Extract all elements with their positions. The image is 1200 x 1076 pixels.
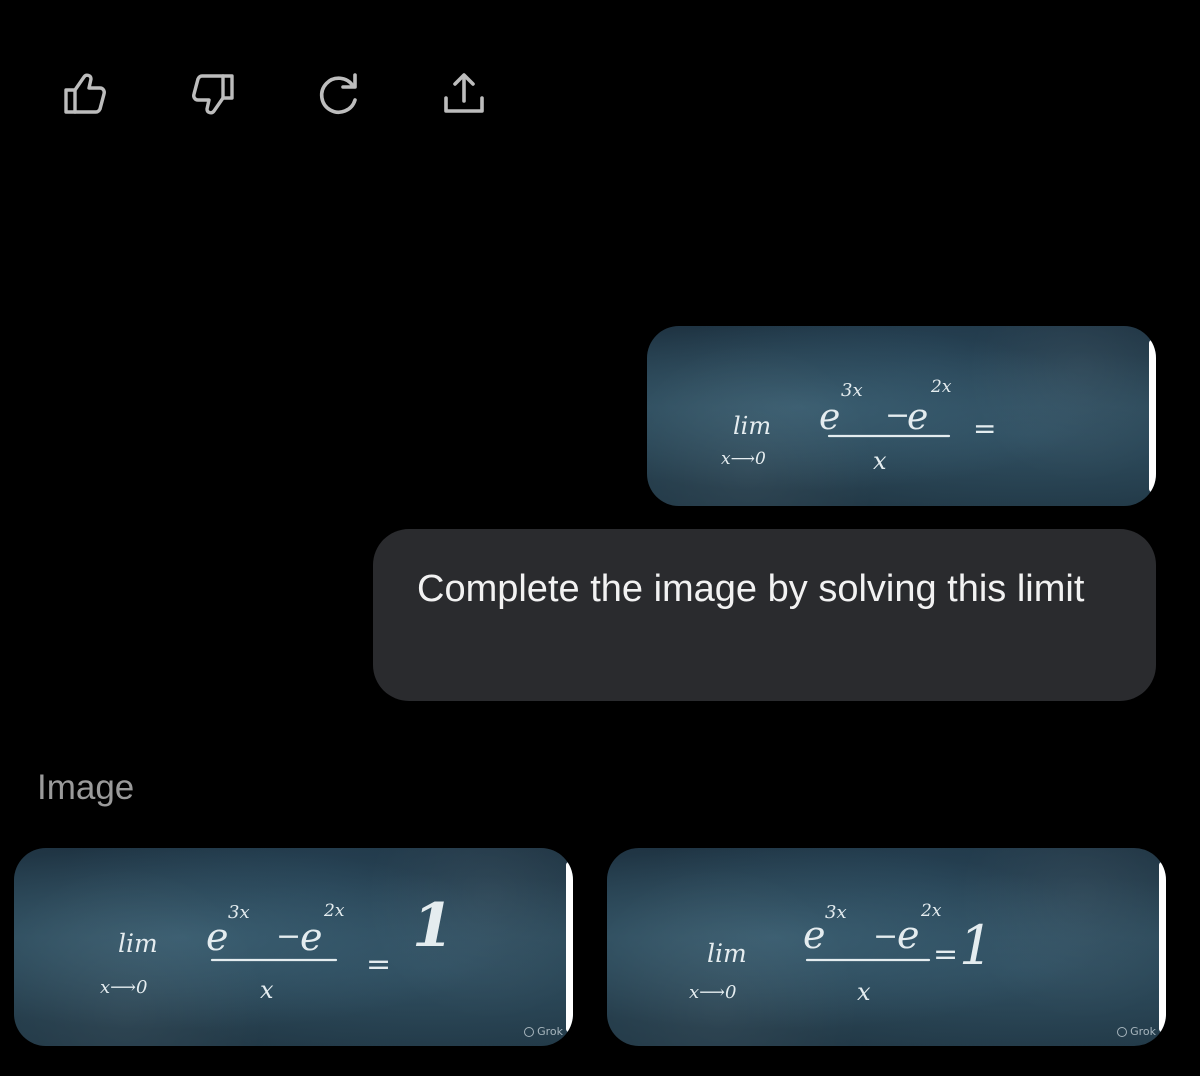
grok-watermark: Grok [524,1025,563,1038]
svg-text:−: − [276,919,301,954]
result-image-2[interactable]: lim x⟶0 e 3x − e 2x x = 1 Grok [607,848,1166,1046]
svg-text:x⟶0: x⟶0 [100,977,147,998]
user-message-bubble: Complete the image by solving this limit [373,529,1156,701]
svg-text:=: = [973,412,996,445]
image-edge [1159,862,1166,1032]
grok-logo-icon [524,1026,535,1037]
refresh-icon [319,73,357,114]
dislike-button[interactable] [184,66,240,122]
image-edge [566,862,573,1032]
limit-formula: lim x⟶0 e 3x − e 2x x = 1 [100,891,454,1004]
svg-text:3x: 3x [841,380,863,401]
svg-text:3x: 3x [228,902,250,923]
svg-text:2x: 2x [930,377,952,397]
like-button[interactable] [58,66,114,122]
svg-text:e: e [803,913,826,957]
svg-text:lim: lim [118,929,158,958]
grok-logo-icon [1117,1026,1128,1037]
svg-text:x: x [873,447,887,475]
svg-text:e: e [300,915,323,959]
prompt-image[interactable]: lim x⟶0 e 3x − e 2x x = [647,326,1156,506]
response-actions [58,66,492,122]
limit-formula: lim x⟶0 e 3x − e 2x x = [721,377,996,475]
regenerate-button[interactable] [310,66,366,122]
svg-text:e: e [897,913,920,957]
thumbs-down-icon [192,74,234,115]
svg-text:e: e [907,397,928,438]
user-message-text: Complete the image by solving this limit [417,568,1085,610]
grok-watermark: Grok [1117,1025,1156,1038]
limit-formula: lim x⟶0 e 3x − e 2x x = 1 [689,901,993,1006]
svg-text:lim: lim [733,412,771,440]
section-label: Image [37,768,135,807]
image-edge [1149,340,1156,492]
svg-text:x⟶0: x⟶0 [721,449,766,469]
svg-text:x: x [857,978,871,1006]
svg-text:=: = [366,947,391,982]
svg-text:=: = [933,937,958,972]
answer-2: 1 [959,914,993,977]
svg-text:e: e [819,397,840,438]
share-icon [444,73,484,113]
svg-text:2x: 2x [920,901,942,921]
chat-page: lim x⟶0 e 3x − e 2x x = Complete the ima… [0,0,1200,1076]
thumbs-up-icon [64,73,106,114]
svg-text:x: x [260,976,274,1004]
result-image-1[interactable]: lim x⟶0 e 3x − e 2x x = 1 Grok [14,848,573,1046]
svg-text:3x: 3x [825,902,847,923]
svg-text:x⟶0: x⟶0 [689,982,736,1003]
svg-text:−: − [873,919,898,954]
svg-text:lim: lim [707,939,747,968]
svg-text:2x: 2x [323,901,345,921]
svg-text:e: e [206,915,229,959]
share-button[interactable] [436,66,492,122]
answer-1: 1 [412,891,454,961]
